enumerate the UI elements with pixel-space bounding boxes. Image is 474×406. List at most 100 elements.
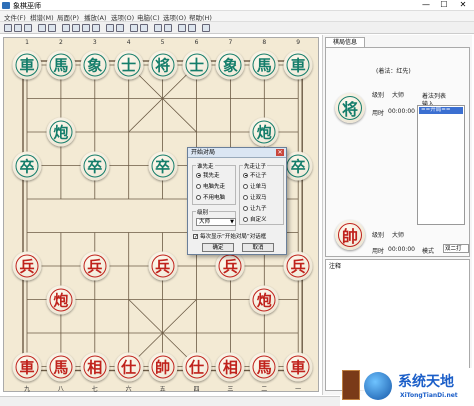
last-move-icon[interactable] [92, 24, 100, 32]
globe-icon [364, 372, 392, 400]
redo-icon[interactable] [116, 24, 124, 32]
paste-icon[interactable] [48, 24, 56, 32]
menu-computer[interactable]: 电脑(C) [137, 12, 160, 22]
red-piece[interactable]: 車 [283, 352, 313, 381]
black-piece[interactable]: 車 [283, 50, 313, 80]
close-button[interactable]: ✕ [455, 0, 471, 10]
radio-option[interactable]: 不用电脑 [196, 193, 225, 201]
hint-icon[interactable] [164, 24, 172, 32]
settings-icon[interactable] [178, 24, 186, 32]
radio-label: 让单马 [250, 184, 267, 190]
red-piece[interactable]: 兵 [215, 251, 245, 281]
red-piece[interactable]: 炮 [249, 285, 279, 314]
first-move-group-label: 谁先走 [196, 162, 215, 170]
black-piece[interactable]: 炮 [249, 117, 279, 147]
copy-icon[interactable] [38, 24, 46, 32]
red-piece[interactable]: 炮 [46, 285, 76, 314]
radio-icon [243, 216, 248, 222]
red-piece[interactable]: 仕 [182, 352, 211, 381]
menu-options-2[interactable]: 选项(O) [163, 12, 186, 22]
black-piece[interactable]: 象 [215, 50, 245, 80]
handicap-group: 先走让子 不让子让单马让双马让九子自定义 [239, 162, 284, 225]
red-piece[interactable]: 馬 [249, 352, 279, 381]
black-level-label: 级别 [372, 92, 385, 99]
radio-icon [243, 183, 248, 189]
red-piece[interactable]: 兵 [80, 251, 110, 281]
radio-option[interactable]: 不让子 [243, 171, 267, 179]
level-select[interactable]: 大师 ▼ [196, 218, 236, 226]
watermark-logo [342, 370, 360, 400]
black-piece[interactable]: 卒 [148, 151, 178, 180]
menu-play[interactable]: 播放(A) [84, 12, 107, 22]
cancel-button[interactable]: 取消 [242, 243, 274, 252]
prev-move-icon[interactable] [72, 24, 80, 32]
radio-option[interactable]: 我先走 [196, 171, 220, 179]
sound-icon[interactable] [188, 24, 196, 32]
file-label: 一 [295, 386, 302, 393]
red-level-label: 级别 [372, 232, 385, 239]
maximize-button[interactable]: ☐ [436, 0, 452, 10]
save-icon[interactable] [24, 24, 32, 32]
ok-button[interactable]: 确定 [202, 243, 234, 252]
move-list-item[interactable]: ==开局== [419, 107, 463, 114]
file-labels-top: 1 2 3 4 5 6 7 8 9 [4, 39, 320, 47]
menu-options[interactable]: 选项(O) [111, 12, 134, 22]
menu-help[interactable]: 帮助(H) [189, 12, 212, 22]
black-piece[interactable]: 士 [114, 50, 144, 80]
menu-file[interactable]: 文件(F) [4, 12, 26, 22]
red-piece[interactable]: 仕 [114, 352, 144, 381]
radio-option[interactable]: 让单马 [243, 182, 267, 190]
radio-icon [243, 172, 248, 178]
computer-move-icon[interactable] [130, 24, 138, 32]
handicap-group-label: 先走让子 [243, 162, 268, 170]
radio-icon [243, 205, 248, 211]
black-time-value: 00:00:00 [388, 108, 415, 115]
black-piece[interactable]: 炮 [46, 117, 76, 147]
red-piece[interactable]: 相 [215, 352, 245, 381]
minimize-button[interactable]: — [418, 0, 434, 10]
stop-icon[interactable] [140, 24, 148, 32]
file-label: 九 [23, 386, 31, 393]
radio-option[interactable]: 让九子 [243, 204, 267, 212]
radio-option[interactable]: 电脑先走 [196, 182, 225, 190]
red-piece[interactable]: 馬 [46, 352, 76, 381]
red-piece[interactable]: 兵 [283, 251, 313, 281]
file-label: 二 [261, 386, 268, 393]
help-icon[interactable] [202, 24, 210, 32]
red-level-value: 大师 [392, 232, 405, 239]
black-piece[interactable]: 象 [80, 50, 110, 80]
red-piece[interactable]: 兵 [12, 251, 42, 281]
dialog-close-icon[interactable]: ✕ [276, 149, 284, 156]
menu-record[interactable]: 棋谱(M) [30, 12, 54, 22]
new-icon[interactable] [4, 24, 12, 32]
black-piece[interactable]: 卒 [80, 151, 110, 180]
mode-select[interactable]: 双二打 [443, 244, 469, 253]
black-piece[interactable]: 馬 [249, 50, 279, 80]
file-label: 2 [58, 39, 63, 46]
radio-option[interactable]: 让双马 [243, 193, 267, 201]
black-piece[interactable]: 士 [182, 50, 211, 80]
radio-option[interactable]: 自定义 [243, 215, 267, 223]
menu-position[interactable]: 局面(P) [57, 12, 79, 22]
black-piece[interactable]: 卒 [283, 151, 313, 180]
flip-board-icon[interactable] [154, 24, 162, 32]
black-general-piece: 将 [335, 93, 365, 123]
black-piece[interactable]: 卒 [12, 151, 42, 180]
move-list[interactable]: ==开局== [417, 105, 465, 225]
red-piece[interactable]: 兵 [148, 251, 178, 281]
show-dialog-checkbox[interactable]: ✓ 每次显示“开始对局”对话框 [193, 232, 266, 240]
black-piece[interactable]: 将 [148, 50, 178, 80]
open-icon[interactable] [14, 24, 22, 32]
red-piece[interactable]: 帥 [148, 352, 178, 381]
red-piece[interactable]: 相 [80, 352, 110, 381]
red-piece[interactable]: 車 [12, 352, 42, 381]
next-move-icon[interactable] [82, 24, 90, 32]
first-move-icon[interactable] [62, 24, 70, 32]
tab-game-info[interactable]: 棋局信息 [325, 37, 365, 47]
undo-icon[interactable] [106, 24, 114, 32]
file-label: 8 [262, 39, 267, 46]
black-piece[interactable]: 馬 [46, 50, 76, 80]
menu-bar: 文件(F) 棋谱(M) 局面(P) 播放(A) 选项(O) 电脑(C) 选项(O… [0, 11, 474, 22]
right-panel: 棋局信息 (着法：红先) 将 级别 大师 用时 00:00:00 着法列表 输入… [322, 35, 472, 395]
black-piece[interactable]: 車 [12, 50, 42, 80]
